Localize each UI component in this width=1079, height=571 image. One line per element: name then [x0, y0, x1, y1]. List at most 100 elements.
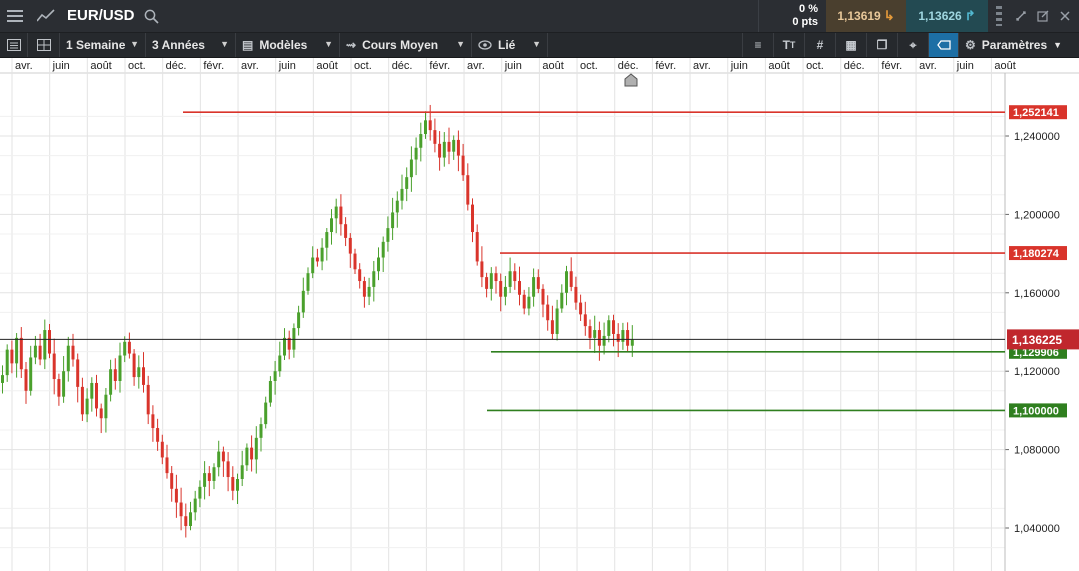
candle-body	[513, 271, 517, 282]
crosshair-grid-icon[interactable]: #	[804, 33, 835, 57]
price-tick-label: 1,240000	[1014, 131, 1060, 143]
candle-body	[137, 367, 141, 378]
scroll-handle-icon[interactable]	[988, 0, 1010, 32]
layout-grid-icon[interactable]	[28, 33, 60, 57]
current-price-label: 1,136225	[1012, 333, 1062, 347]
candle-body	[344, 224, 348, 238]
candle-body	[118, 355, 122, 381]
buy-price-button[interactable]: 1,13626 ↱	[906, 0, 988, 32]
price-tick-label: 1,160000	[1014, 288, 1060, 300]
candle-body	[461, 155, 465, 176]
instrument-symbol[interactable]: EUR/USD	[67, 7, 135, 24]
linked-dropdown[interactable]: Lié ▼	[472, 33, 548, 57]
text-size-icon[interactable]: TT	[773, 33, 804, 57]
time-tick-label: févr.	[203, 60, 224, 72]
price-tick-label: 1,080000	[1014, 445, 1060, 457]
close-icon[interactable]	[1054, 0, 1076, 32]
candle-body	[409, 159, 413, 178]
time-tick-label: août	[90, 60, 111, 72]
range-dropdown[interactable]: 3 Années ▼	[146, 33, 236, 57]
price-scale-icon[interactable]: ≡	[742, 33, 773, 57]
candle-body	[428, 120, 432, 131]
candle-body	[90, 382, 94, 399]
candle-body	[353, 253, 357, 270]
candle-body	[621, 330, 625, 342]
candle-body	[499, 281, 503, 297]
candle-body	[579, 302, 583, 315]
period-dropdown[interactable]: 1 Semaine ▼	[60, 33, 146, 57]
candle-body	[254, 437, 258, 460]
time-tick-label: oct.	[128, 60, 146, 72]
candle-body	[508, 271, 512, 287]
candle-body	[245, 447, 249, 466]
candle-body	[85, 398, 89, 415]
candle-body	[569, 271, 573, 287]
buy-price: 1,13626	[918, 9, 962, 23]
time-tick-label: févr.	[429, 60, 450, 72]
indicator-grid-icon[interactable]: ▦	[835, 33, 866, 57]
candle-body	[395, 200, 399, 213]
models-dropdown[interactable]: ▤ Modèles ▼	[236, 33, 340, 57]
chevron-down-icon: ▼	[532, 39, 541, 49]
chevron-down-icon: ▼	[130, 39, 139, 49]
candle-body	[292, 328, 296, 350]
candle-body	[527, 296, 531, 309]
candle-body	[273, 371, 277, 381]
candle-body	[447, 141, 451, 152]
chart-canvas[interactable]: avr. juin août oct. déc. févr. avr. juin août oct…	[0, 58, 1079, 571]
candle-body	[339, 206, 343, 225]
average-dropdown[interactable]: ⇝ Cours Moyen ▼	[340, 33, 472, 57]
candle-body	[560, 292, 564, 309]
range-value: 3 Années	[152, 38, 205, 52]
candle-body	[574, 286, 578, 303]
candle-body	[1, 375, 4, 383]
hamburger-icon[interactable]	[0, 0, 30, 32]
sell-price-button[interactable]: 1,13619 ↳	[826, 0, 906, 32]
candle-body	[311, 257, 315, 274]
candle-body	[433, 130, 437, 144]
candle-body	[391, 212, 395, 229]
candle-body	[306, 273, 310, 291]
candle-body	[19, 337, 23, 370]
candle-body	[583, 314, 587, 327]
cursor-icon[interactable]: ⌖	[897, 33, 928, 57]
linked-label: Lié	[498, 38, 516, 52]
collapse-icon[interactable]	[1010, 0, 1032, 32]
drawing-tools: ≡ TT # ▦ ❒ ⌖	[742, 33, 959, 57]
candle-body	[471, 204, 474, 233]
price-tick-label: 1,200000	[1014, 209, 1060, 221]
candle-body	[66, 345, 70, 372]
candle-body	[146, 384, 150, 415]
candle-body	[607, 320, 611, 336]
candle-body	[372, 271, 376, 287]
candle-body	[236, 479, 239, 491]
candle-body	[250, 447, 254, 460]
candle-body	[259, 424, 263, 438]
list-icon[interactable]	[0, 33, 28, 57]
candle-body	[377, 257, 380, 272]
time-tick-label: avr.	[15, 60, 33, 72]
candle-body	[541, 288, 545, 305]
time-tick-label: juin	[52, 60, 70, 72]
candle-body	[297, 312, 301, 329]
popout-icon[interactable]	[1032, 0, 1054, 32]
search-icon[interactable]	[140, 0, 162, 32]
period-value: 1 Semaine	[66, 38, 126, 52]
candle-body	[29, 357, 33, 391]
time-tick-label: avr.	[467, 60, 485, 72]
candle-body	[616, 333, 620, 342]
candle-body	[52, 353, 56, 380]
line-chart-icon[interactable]	[32, 0, 60, 32]
candle-body	[179, 502, 183, 517]
candle-body	[109, 369, 113, 395]
candle-body	[480, 261, 484, 278]
candle-body	[264, 402, 268, 425]
settings-dropdown[interactable]: ⚙ Paramètres ▼	[958, 33, 1079, 57]
tag-icon[interactable]	[928, 33, 959, 57]
candle-body	[142, 367, 145, 385]
candle-body	[240, 465, 244, 479]
windows-icon[interactable]: ❒	[866, 33, 897, 57]
candle-body	[597, 330, 601, 346]
price-chart[interactable]: avr. juin août oct. déc. févr. avr. juin août oct…	[0, 58, 1079, 571]
candle-body	[62, 371, 66, 397]
